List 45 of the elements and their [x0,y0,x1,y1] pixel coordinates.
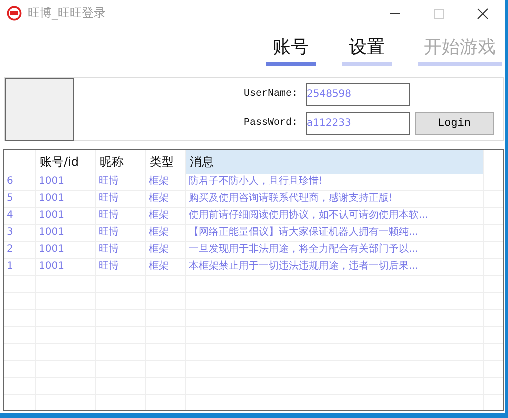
table-cell: 1001 [39,176,64,187]
username-field[interactable]: 2548598 [306,83,410,106]
tab[interactable]: 账号 [266,35,316,66]
table-cell: 一旦发现用于非法用途，将全力配合有关部门予以... [189,244,419,255]
avatar-box [5,78,74,141]
table-cell: 框架 [149,227,169,238]
table-cell: 旺博 [99,193,119,204]
table-cell: 旺博 [99,227,119,238]
table-cell: 1001 [39,261,64,272]
table-cell: 购买及使用咨询请联系代理商，感谢支持正版! [189,193,394,204]
table-cell: 框架 [149,210,169,221]
table-cell: 1001 [39,244,64,255]
column-header[interactable]: 账号/id [40,154,79,170]
password-label: PassWord: [244,118,300,129]
table-cell: 框架 [149,176,169,187]
table-cell: 旺博 [99,210,119,221]
tab[interactable]: 设置 [342,35,392,66]
table-cell: 3 [7,227,14,238]
table-cell: 1001 [39,210,64,221]
login-button[interactable]: Login [415,112,494,135]
table-cell: 1001 [39,193,64,204]
column-header[interactable]: 消息 [190,154,214,170]
column-header[interactable]: 类型 [150,154,174,170]
table-cell: 4 [7,210,14,221]
table-cell: 旺博 [99,244,119,255]
table-cell: 【网络正能量倡议】请大家保证机器人拥有一颗纯... [189,227,419,238]
table-cell: 本框架禁止用于一切违法违规用途，违者一切后果... [189,261,419,272]
table-cell: 防君子不防小人，且行且珍惜! [189,176,324,187]
close-icon[interactable] [477,8,489,20]
table-cell: 框架 [149,193,169,204]
username-label: UserName: [244,89,300,100]
window-title: 旺博_旺旺登录 [28,5,106,22]
table-cell: 6 [7,176,14,187]
app-logo-icon [7,6,22,21]
table-cell: 5 [7,193,14,204]
table-cell: 2 [7,244,14,255]
table-cell: 旺博 [99,176,119,187]
column-header[interactable]: 昵称 [100,154,124,170]
table-cell: 1001 [39,227,64,238]
password-field[interactable]: a112233 [306,112,410,135]
table-cell: 框架 [149,261,169,272]
table-cell: 旺博 [99,261,119,272]
table-cell: 1 [7,261,14,272]
table-cell: 框架 [149,244,169,255]
table-cell: 使用前请仔细阅读使用协议，如不认可请勿使用本软... [189,210,429,221]
